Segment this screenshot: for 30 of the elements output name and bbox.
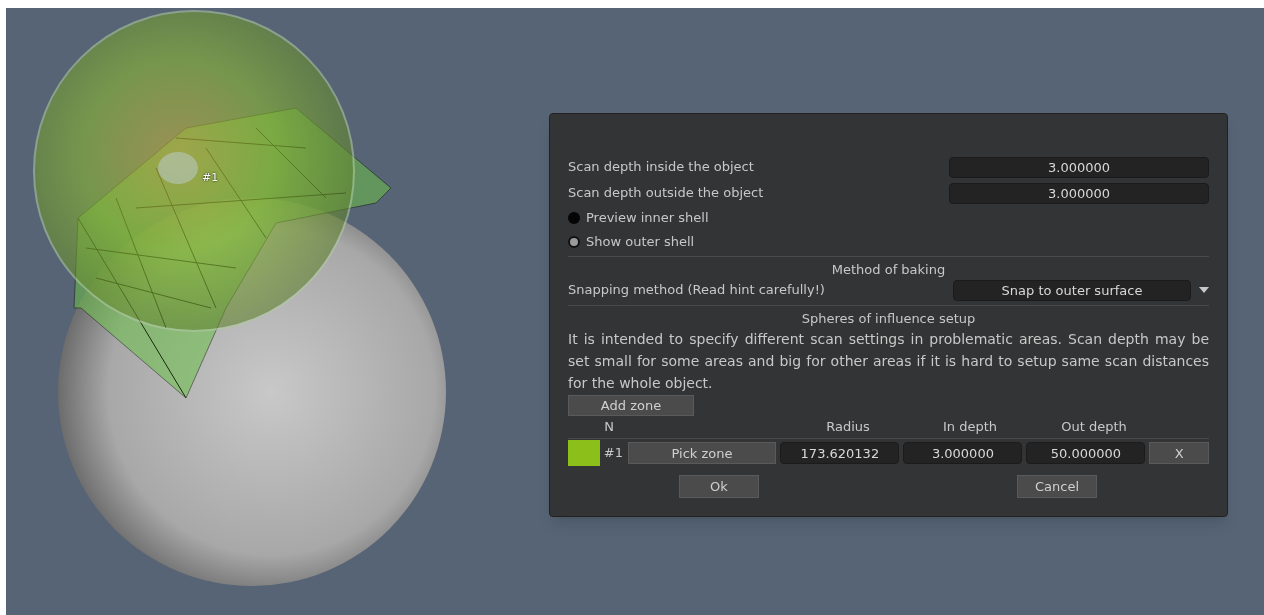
radius-field[interactable]: 173.620132 <box>780 442 900 464</box>
toggle-label[interactable]: Preview inner shell <box>586 208 709 228</box>
column-header: Out depth <box>1060 417 1128 436</box>
zone-color-swatch[interactable] <box>568 440 600 466</box>
toggle-checkbox[interactable] <box>568 236 580 248</box>
viewport[interactable] <box>6 8 1264 615</box>
column-header: N <box>603 417 615 436</box>
toggle-label[interactable]: Show outer shell <box>586 232 695 252</box>
section-heading: Spheres of influence setup <box>800 310 977 328</box>
in-depth-field[interactable]: 3.000000 <box>903 442 1023 464</box>
zone-label: #1 <box>202 170 219 186</box>
dropdown-caret-icon[interactable] <box>1199 287 1209 293</box>
column-header: In depth <box>941 417 998 436</box>
number-field[interactable]: 3.000000 <box>949 156 1209 178</box>
add-zone-button[interactable]: Add zone <box>568 395 694 416</box>
remove-zone-button[interactable]: X <box>1149 442 1209 464</box>
number-field[interactable]: 3.000000 <box>949 182 1209 204</box>
description-text: It is intended to specify different scan settings in problematic areas. Scan depth may be set small for some areas and big for other areas if it is hard to setup same scan distances for the whole object. <box>568 330 1209 393</box>
field-label: Scan depth outside the object <box>568 184 764 203</box>
cancel-button[interactable]: Cancel <box>1017 475 1097 498</box>
ok-button[interactable]: Ok <box>679 475 759 498</box>
section-heading: Method of baking <box>830 261 947 279</box>
field-label: Snapping method (Read hint carefully!) <box>568 281 825 300</box>
pick-zone-button[interactable]: Pick zone <box>627 442 777 464</box>
column-header: Radius <box>825 417 871 436</box>
field-label: Scan depth inside the object <box>568 158 754 177</box>
toggle-checkbox[interactable] <box>568 212 580 224</box>
out-depth-field[interactable]: 50.000000 <box>1026 442 1146 464</box>
zone-number: #1 <box>603 444 624 463</box>
snapping-dropdown[interactable]: Snap to outer surface <box>953 279 1191 301</box>
